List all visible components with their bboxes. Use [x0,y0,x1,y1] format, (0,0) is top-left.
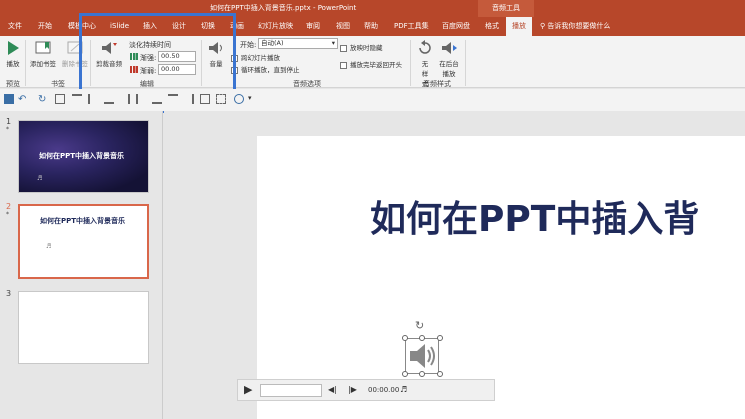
tell-me-search[interactable]: ⚲ 告诉我你想要做什么 [540,17,610,36]
rewind-label: 播放完毕返回开头 [350,61,402,69]
thumb-title: 如何在PPT中插入背景音乐 [40,217,126,225]
undo-icon[interactable]: ↶ [18,94,28,105]
progress-track[interactable] [260,384,322,397]
step-back-icon[interactable]: ◀| [328,385,337,394]
audio-player-bar: ▶ ◀| |▶ 00:00.00 ♬ [237,379,495,401]
loop-label: 循环播放，直到停止 [241,66,300,74]
play-in-background-button[interactable]: 在后台播放 [437,40,461,78]
player-play-icon[interactable]: ▶ [244,383,252,396]
shape-icon[interactable] [216,94,226,104]
settings-icon[interactable] [234,94,244,104]
tell-me-text: 告诉我你想要做什么 [547,22,611,30]
add-bookmark-button[interactable]: 添加书签 [28,40,58,68]
audio-object[interactable] [405,338,439,374]
tab-baidu-netdisk[interactable]: 百度网盘 [442,17,470,36]
group-preview-label: 预览 [6,80,20,88]
play-icon [8,41,19,55]
speaker-icon [410,344,435,368]
speaker-icon: ♬ [37,175,43,182]
hide-during-show-label: 放映时隐藏 [350,44,383,52]
align-middle-icon[interactable] [168,94,178,104]
tab-playback[interactable]: 播放 [506,17,532,36]
rewind-checkbox[interactable]: 播放完毕返回开头 [340,59,402,69]
resize-handle[interactable] [419,335,425,341]
start-select[interactable]: 自动(A) ▾ [258,38,338,49]
resize-handle[interactable] [402,335,408,341]
thumb-title: 如何在PPT中插入背景音乐 [39,152,125,160]
save-icon[interactable] [4,94,14,104]
chevron-down-icon: ▾ [331,39,335,47]
slide-thumbnail-pane: 1 * 如何在PPT中插入背景音乐 ♬ 2 * 如何在PPT中插入背景音乐 ♬ … [0,111,163,419]
separator [25,40,26,86]
slide-number: 3 [6,289,12,298]
play-label: 播放 [6,60,20,68]
resize-handle[interactable] [437,371,443,377]
redo-icon[interactable]: ↻ [38,94,48,105]
step-forward-icon[interactable]: |▶ [348,385,357,394]
animation-star-icon: * [6,126,9,133]
group-icon[interactable] [200,94,210,104]
align-left-icon[interactable] [88,94,98,104]
tab-home[interactable]: 开始 [38,17,52,36]
start-value: 自动(A) [261,39,284,47]
checkbox-box [340,61,347,69]
group-audio-options-label: 音频选项 [293,80,321,88]
tab-view[interactable]: 视图 [336,17,350,36]
hide-during-show-checkbox[interactable]: 放映时隐藏 [340,42,383,52]
background-play-icon [442,42,457,54]
play-button[interactable]: 播放 [4,40,22,68]
add-bookmark-icon [35,41,51,54]
distribute-vertical-icon[interactable] [184,94,194,104]
align-top-icon[interactable] [72,94,82,104]
cross-slides-label: 跨幻灯片播放 [241,54,280,62]
slide-number: 2 [6,202,12,211]
separator [410,40,411,86]
tab-review[interactable]: 审阅 [306,17,320,36]
player-volume-icon[interactable]: ♬ [400,385,407,394]
distribute-icon[interactable] [136,94,146,104]
no-style-icon [419,40,431,54]
tab-pdf-tools[interactable]: PDF工具集 [394,17,429,36]
context-tab-audio-tools: 音频工具 [478,0,534,17]
add-bookmark-label: 添加书签 [30,60,56,68]
slide-title[interactable]: 如何在PPT中插入背 [370,190,699,242]
slide-thumbnail-3[interactable] [18,291,149,364]
group-bookmarks-label: 书签 [51,80,65,88]
checkbox-box [340,44,347,52]
tab-file[interactable]: 文件 [8,17,22,36]
align-bottom-icon[interactable] [152,94,162,104]
quick-access-toolbar: ↶ ↻ ▾ [0,89,745,111]
resize-handle[interactable] [437,335,443,341]
tab-format[interactable]: 格式 [485,17,499,36]
speaker-icon: ♬ [46,243,52,250]
present-icon[interactable] [55,94,65,104]
current-slide[interactable]: 如何在PPT中插入背 ↻ [257,136,745,419]
rotate-handle-icon[interactable]: ↻ [415,319,424,332]
resize-handle[interactable] [419,371,425,377]
slide-editing-area: 如何在PPT中插入背 ↻ ▶ ◀| |▶ 00:00.00 ♬ [164,111,745,419]
align-right-icon[interactable] [120,94,130,104]
align-center-icon[interactable] [104,94,114,104]
slide-thumbnail-1[interactable]: 如何在PPT中插入背景音乐 ♬ [18,120,149,193]
loop-checkbox[interactable]: 循环播放，直到停止 [231,64,300,74]
customize-icon[interactable]: ▾ [248,94,258,104]
tab-help[interactable]: 帮助 [364,17,378,36]
start-label: 开始: [240,41,257,49]
tab-slideshow[interactable]: 幻灯片放映 [258,17,293,36]
group-audio-styles-label: 音频样式 [423,80,451,88]
time-readout: 00:00.00 [368,386,400,394]
window-title: 如何在PPT中插入背景音乐.pptx - PowerPoint [210,4,357,12]
resize-handle[interactable] [402,371,408,377]
background-play-label: 在后台播放 [439,60,459,78]
separator [465,40,466,86]
animation-star-icon: * [6,211,9,218]
slide-number: 1 [6,117,12,126]
slide-thumbnail-2[interactable]: 如何在PPT中插入背景音乐 ♬ [18,204,149,279]
cross-slides-checkbox[interactable]: 跨幻灯片播放 [231,52,280,62]
